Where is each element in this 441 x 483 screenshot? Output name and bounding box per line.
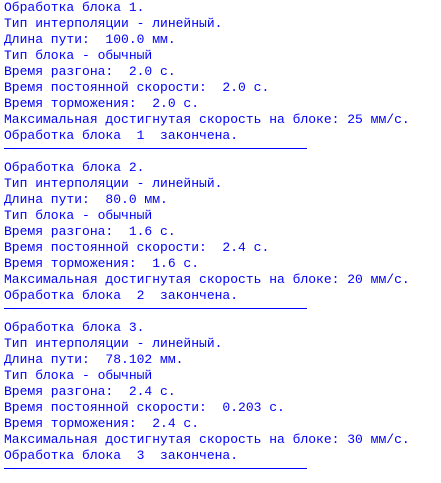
constant-speed-time-line: Время постоянной скорости: 2.0 с. bbox=[4, 80, 270, 95]
max-speed-line: Максимальная достигнутая скорость на бло… bbox=[4, 112, 410, 127]
constant-speed-time-line: Время постоянной скорости: 2.4 с. bbox=[4, 240, 270, 255]
block-separator bbox=[4, 308, 307, 309]
block-type-line: Тип блока - обычный bbox=[4, 48, 153, 63]
path-length-line: Длина пути: 100.0 мм. bbox=[4, 32, 176, 47]
interpolation-type-line: Тип интерполяции - линейный. bbox=[4, 336, 223, 351]
block-2-section: Обработка блока 2. Тип интерполяции - ли… bbox=[4, 160, 441, 309]
interpolation-type-line: Тип интерполяции - линейный. bbox=[4, 176, 223, 191]
block-header-line: Обработка блока 3. bbox=[4, 320, 145, 335]
path-length-line: Длина пути: 78.102 мм. bbox=[4, 352, 184, 367]
block-separator bbox=[4, 468, 307, 469]
block-separator bbox=[4, 148, 307, 149]
block-header-line: Обработка блока 1. bbox=[4, 0, 145, 15]
acceleration-time-line: Время разгона: 2.4 с. bbox=[4, 384, 176, 399]
block-type-line: Тип блока - обычный bbox=[4, 208, 153, 223]
block-1-section: Обработка блока 1. Тип интерполяции - ли… bbox=[4, 0, 441, 149]
processing-log: Обработка блока 1. Тип интерполяции - ли… bbox=[4, 0, 441, 480]
block-header-line: Обработка блока 2. bbox=[4, 160, 145, 175]
max-speed-line: Максимальная достигнутая скорость на бло… bbox=[4, 432, 410, 447]
block-finished-line: Обработка блока 2 закончена. bbox=[4, 288, 239, 303]
block-finished-line: Обработка блока 3 закончена. bbox=[4, 448, 239, 463]
acceleration-time-line: Время разгона: 1.6 с. bbox=[4, 224, 176, 239]
max-speed-line: Максимальная достигнутая скорость на бло… bbox=[4, 272, 410, 287]
block-type-line: Тип блока - обычный bbox=[4, 368, 153, 383]
constant-speed-time-line: Время постоянной скорости: 0.203 с. bbox=[4, 400, 285, 415]
block-3-section: Обработка блока 3. Тип интерполяции - ли… bbox=[4, 320, 441, 469]
deceleration-time-line: Время торможения: 2.4 с. bbox=[4, 416, 200, 431]
path-length-line: Длина пути: 80.0 мм. bbox=[4, 192, 168, 207]
acceleration-time-line: Время разгона: 2.0 с. bbox=[4, 64, 176, 79]
block-finished-line: Обработка блока 1 закончена. bbox=[4, 128, 239, 143]
deceleration-time-line: Время торможения: 1.6 с. bbox=[4, 256, 200, 271]
deceleration-time-line: Время торможения: 2.0 с. bbox=[4, 96, 200, 111]
interpolation-type-line: Тип интерполяции - линейный. bbox=[4, 16, 223, 31]
